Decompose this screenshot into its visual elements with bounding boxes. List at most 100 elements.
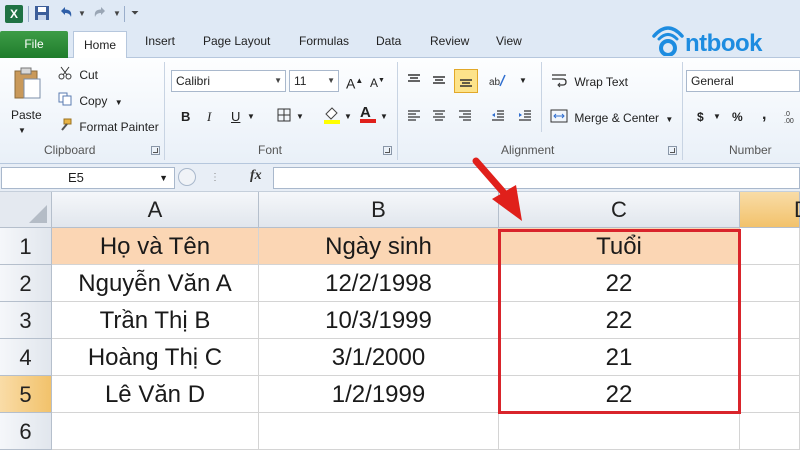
column-header-d[interactable]: D [740,192,800,228]
row-header-2[interactable]: 2 [0,265,52,302]
align-bottom-icon[interactable] [454,69,478,93]
redo-dropdown-icon[interactable]: ▼ [113,5,121,23]
underline-button[interactable]: U [231,108,240,126]
paste-dropdown-icon[interactable]: ▼ [18,122,26,140]
tab-formulas[interactable]: Formulas [299,34,349,48]
copy-dropdown-icon[interactable]: ▼ [115,98,123,107]
cell-a1[interactable]: Họ và Tên [52,228,259,265]
name-box[interactable]: E5 ▼ [1,167,175,189]
cell-a2[interactable]: Nguyễn Văn A [52,265,259,302]
alignment-launcher-icon[interactable] [668,146,677,155]
cell-b6[interactable] [259,413,499,450]
cell-b3[interactable]: 10/3/1999 [259,302,499,339]
row-header-1[interactable]: 1 [0,228,52,265]
row-header-4[interactable]: 4 [0,339,52,376]
select-all-button[interactable] [0,192,52,228]
column-header-b[interactable]: B [259,192,499,228]
copy-button[interactable]: Copy ▼ [58,92,123,112]
tab-insert[interactable]: Insert [145,34,175,48]
cell-d3[interactable] [740,302,800,339]
font-size-combo[interactable]: 11 ▼ [289,70,339,92]
borders-icon[interactable] [277,108,291,127]
undo-dropdown-icon[interactable]: ▼ [78,5,86,23]
row-header-6[interactable]: 6 [0,413,52,450]
cell-d1[interactable] [740,228,800,265]
svg-text:ab: ab [489,77,501,88]
font-name-combo[interactable]: Calibri ▼ [171,70,286,92]
tab-file[interactable]: File [0,31,68,58]
tab-home[interactable]: Home [73,31,128,59]
cell-b4[interactable]: 3/1/2000 [259,339,499,376]
align-center-icon[interactable] [431,108,447,129]
cell-a4[interactable]: Hoàng Thị C [52,339,259,376]
merge-dropdown-icon[interactable]: ▼ [665,115,673,124]
align-middle-icon[interactable] [431,72,447,93]
number-format-combo[interactable]: General [686,70,800,92]
align-top-icon[interactable] [406,72,422,93]
column-header-a[interactable]: A [52,192,259,228]
format-painter-button[interactable]: Format Painter [58,118,159,137]
italic-button[interactable]: I [207,108,211,126]
formula-bar-handle-icon: ⋮ [210,172,220,183]
undo-icon[interactable] [58,5,74,23]
cut-button[interactable]: Cut [58,66,98,85]
redo-icon[interactable] [92,5,108,23]
cell-b5[interactable]: 1/2/1999 [259,376,499,413]
underline-dropdown-icon[interactable]: ▼ [247,108,255,126]
clipboard-launcher-icon[interactable] [151,146,160,155]
ntbook-logo: ntbook [650,22,762,62]
cell-a3[interactable]: Trần Thị B [52,302,259,339]
borders-dropdown-icon[interactable]: ▼ [296,108,304,126]
column-header-c[interactable]: C [499,192,740,228]
increase-decimal-icon[interactable]: .0.00 [784,108,798,129]
currency-button[interactable]: $ [697,108,704,126]
wrap-text-button[interactable]: Wrap Text [550,72,628,93]
fill-color-icon[interactable] [323,106,341,129]
align-right-icon[interactable] [457,108,473,129]
formula-bar-resize-icon[interactable] [178,168,196,186]
font-color-dropdown-icon[interactable]: ▼ [380,108,388,126]
tab-review[interactable]: Review [430,34,469,48]
formula-bar: E5 ▼ ⋮ fx [0,164,800,192]
paste-button[interactable]: Paste [11,106,42,124]
cell-a5[interactable]: Lê Văn D [52,376,259,413]
font-color-icon[interactable]: A [360,104,376,123]
customize-toolbar-icon[interactable]: ⏷ [131,5,139,23]
insert-function-button[interactable]: fx [250,168,262,184]
decrease-indent-icon[interactable] [490,108,506,129]
orientation-dropdown-icon[interactable]: ▼ [519,72,527,90]
bold-button[interactable]: B [181,108,190,126]
cell-d5[interactable] [740,376,800,413]
row-header-5[interactable]: 5 [0,376,52,413]
formula-input[interactable] [273,167,800,189]
tab-view[interactable]: View [496,34,522,48]
cell-b1[interactable]: Ngày sinh [259,228,499,265]
cell-a6[interactable] [52,413,259,450]
font-size-value: 11 [294,74,307,88]
cell-b2[interactable]: 12/2/1998 [259,265,499,302]
increase-indent-icon[interactable] [517,108,533,129]
paste-icon[interactable] [12,66,42,105]
orientation-icon[interactable]: ab [488,72,506,93]
cell-c6[interactable] [499,413,740,450]
svg-text:.0: .0 [784,111,790,118]
row-header-3[interactable]: 3 [0,302,52,339]
align-left-icon[interactable] [406,108,422,129]
cell-d6[interactable] [740,413,800,450]
cell-d4[interactable] [740,339,800,376]
wrap-text-label: Wrap Text [574,74,628,89]
group-divider [164,62,165,160]
tab-data[interactable]: Data [376,34,401,48]
grow-font-icon[interactable]: A▲ [346,72,363,93]
save-icon[interactable] [34,5,50,23]
merge-center-button[interactable]: Merge & Center ▼ [550,108,673,129]
cell-d2[interactable] [740,265,800,302]
chevron-down-icon: ▼ [274,76,282,85]
tab-page-layout[interactable]: Page Layout [203,34,270,48]
shrink-font-icon[interactable]: A▼ [370,72,385,92]
percent-button[interactable]: % [732,108,743,126]
currency-dropdown-icon[interactable]: ▼ [713,108,721,126]
fill-color-dropdown-icon[interactable]: ▼ [344,108,352,126]
font-launcher-icon[interactable] [383,146,392,155]
comma-button[interactable]: , [762,106,766,124]
